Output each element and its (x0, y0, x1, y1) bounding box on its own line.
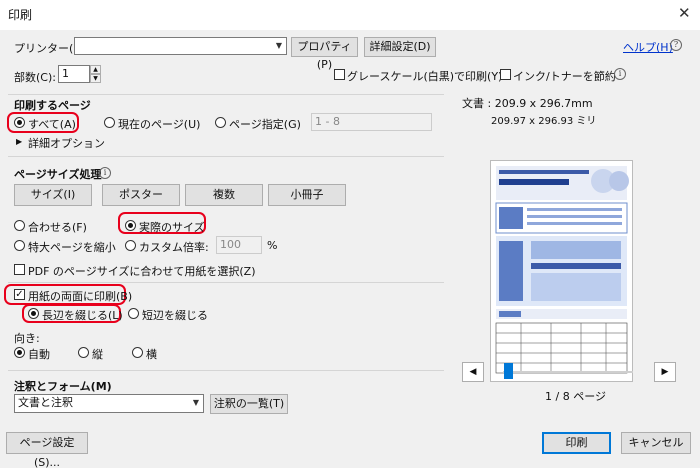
comments-title: 注釈とフォーム(M) (14, 380, 112, 393)
cancel-button[interactable]: キャンセル (621, 432, 691, 454)
fit-label: 合わせる(F) (28, 221, 87, 234)
shrink-label: 特大ページを縮小 (28, 241, 116, 254)
orientation-portrait-radio[interactable] (78, 347, 89, 358)
long-edge-label: 長辺を綴じる(L) (42, 309, 123, 322)
sizing-divider (8, 156, 444, 157)
advanced-button[interactable]: 詳細設定(D) (364, 37, 436, 57)
copies-down-icon[interactable]: ▼ (90, 74, 101, 83)
actual-size-label: 実際のサイズ (139, 221, 205, 234)
pdf-size-checkbox[interactable] (14, 264, 25, 275)
orientation-title: 向き: (14, 332, 40, 345)
tab-size[interactable]: サイズ(I) (14, 184, 92, 206)
grayscale-checkbox[interactable] (334, 69, 345, 80)
comments-select[interactable]: 文書と注釈 (14, 394, 204, 413)
expand-icon[interactable]: ▶ (16, 137, 22, 146)
printer-select[interactable] (74, 37, 287, 55)
page-slider-thumb[interactable] (504, 363, 513, 379)
paper-size-label: 209.97 x 296.93 ミリ (491, 116, 597, 127)
sizing-info-icon[interactable]: i (99, 167, 111, 179)
all-pages-label: すべて(A) (28, 118, 76, 131)
orientation-auto-label: 自動 (28, 348, 50, 361)
actual-size-radio[interactable] (125, 220, 136, 231)
save-ink-label: インク/トナーを節約 (513, 70, 616, 83)
print-dialog: プリンター(N): ▼ プロパティ(P) 詳細設定(D) ヘルプ(H) ? 部数… (0, 30, 700, 468)
chevron-down-icon[interactable]: ▼ (271, 37, 287, 55)
info-icon[interactable]: i (614, 68, 626, 80)
copies-label: 部数(C): (14, 71, 56, 84)
copies-up-icon[interactable]: ▲ (90, 65, 101, 74)
preview-thumbnail (495, 166, 629, 374)
shrink-radio[interactable] (14, 240, 25, 251)
custom-scale-label: カスタム倍率: (139, 241, 209, 254)
custom-scale-input[interactable]: 100 (216, 236, 262, 254)
pages-title: 印刷するページ (14, 99, 91, 112)
window-title: 印刷 (8, 8, 33, 22)
duplex-label: 用紙の両面に印刷(B) (28, 290, 133, 303)
sizing-title: ページサイズ処理 (14, 168, 102, 181)
summarize-comments-button[interactable]: 注釈の一覧(T) (210, 394, 288, 414)
close-icon[interactable]: ✕ (678, 4, 691, 22)
save-ink-checkbox[interactable] (500, 69, 511, 80)
fit-radio[interactable] (14, 220, 25, 231)
percent-label: % (267, 239, 278, 252)
page-slider-track[interactable] (503, 371, 633, 373)
long-edge-radio[interactable] (28, 308, 39, 319)
duplex-checkbox[interactable]: ✓ (14, 289, 25, 300)
short-edge-radio[interactable] (128, 308, 139, 319)
copies-input[interactable]: 1 (58, 65, 90, 83)
pages-divider (8, 94, 444, 95)
grayscale-label: グレースケール(白黒)で印刷(Y) (347, 70, 503, 83)
page-count-label: 1 / 8 ページ (545, 390, 606, 403)
custom-scale-radio[interactable] (125, 240, 136, 251)
title-bar: 印刷 ✕ (0, 0, 700, 30)
doc-size-label: 文書 : 209.9 x 296.7mm (462, 97, 593, 110)
tab-poster[interactable]: ポスター (102, 184, 180, 206)
page-range-radio[interactable] (215, 117, 226, 128)
next-page-icon[interactable]: ▶ (654, 362, 676, 382)
current-page-radio[interactable] (104, 117, 115, 128)
short-edge-label: 短辺を綴じる (142, 309, 208, 322)
orientation-landscape-label: 横 (146, 348, 157, 361)
orientation-portrait-label: 縦 (92, 348, 103, 361)
tab-multiple[interactable]: 複数 (185, 184, 263, 206)
all-pages-radio[interactable] (14, 117, 25, 128)
pdf-size-label: PDF のページサイズに合わせて用紙を選択(Z) (28, 265, 256, 278)
more-options-link[interactable]: 詳細オプション (28, 135, 105, 151)
help-icon[interactable]: ? (670, 39, 682, 51)
comments-chevron-down-icon[interactable]: ▼ (188, 394, 204, 413)
orientation-auto-radio[interactable] (14, 347, 25, 358)
prev-page-icon[interactable]: ◀ (462, 362, 484, 382)
page-preview (490, 160, 633, 382)
help-link[interactable]: ヘルプ(H) (623, 39, 673, 55)
duplex-divider (8, 282, 444, 283)
tab-booklet[interactable]: 小冊子 (268, 184, 346, 206)
page-range-label: ページ指定(G) (229, 118, 301, 131)
comments-divider (8, 370, 444, 371)
page-range-input[interactable]: 1 - 8 (311, 113, 432, 131)
properties-button[interactable]: プロパティ(P) (291, 37, 358, 71)
print-button[interactable]: 印刷 (542, 432, 611, 454)
page-setup-button[interactable]: ページ設定(S)... (6, 432, 88, 468)
orientation-landscape-radio[interactable] (132, 347, 143, 358)
current-page-label: 現在のページ(U) (118, 118, 201, 131)
